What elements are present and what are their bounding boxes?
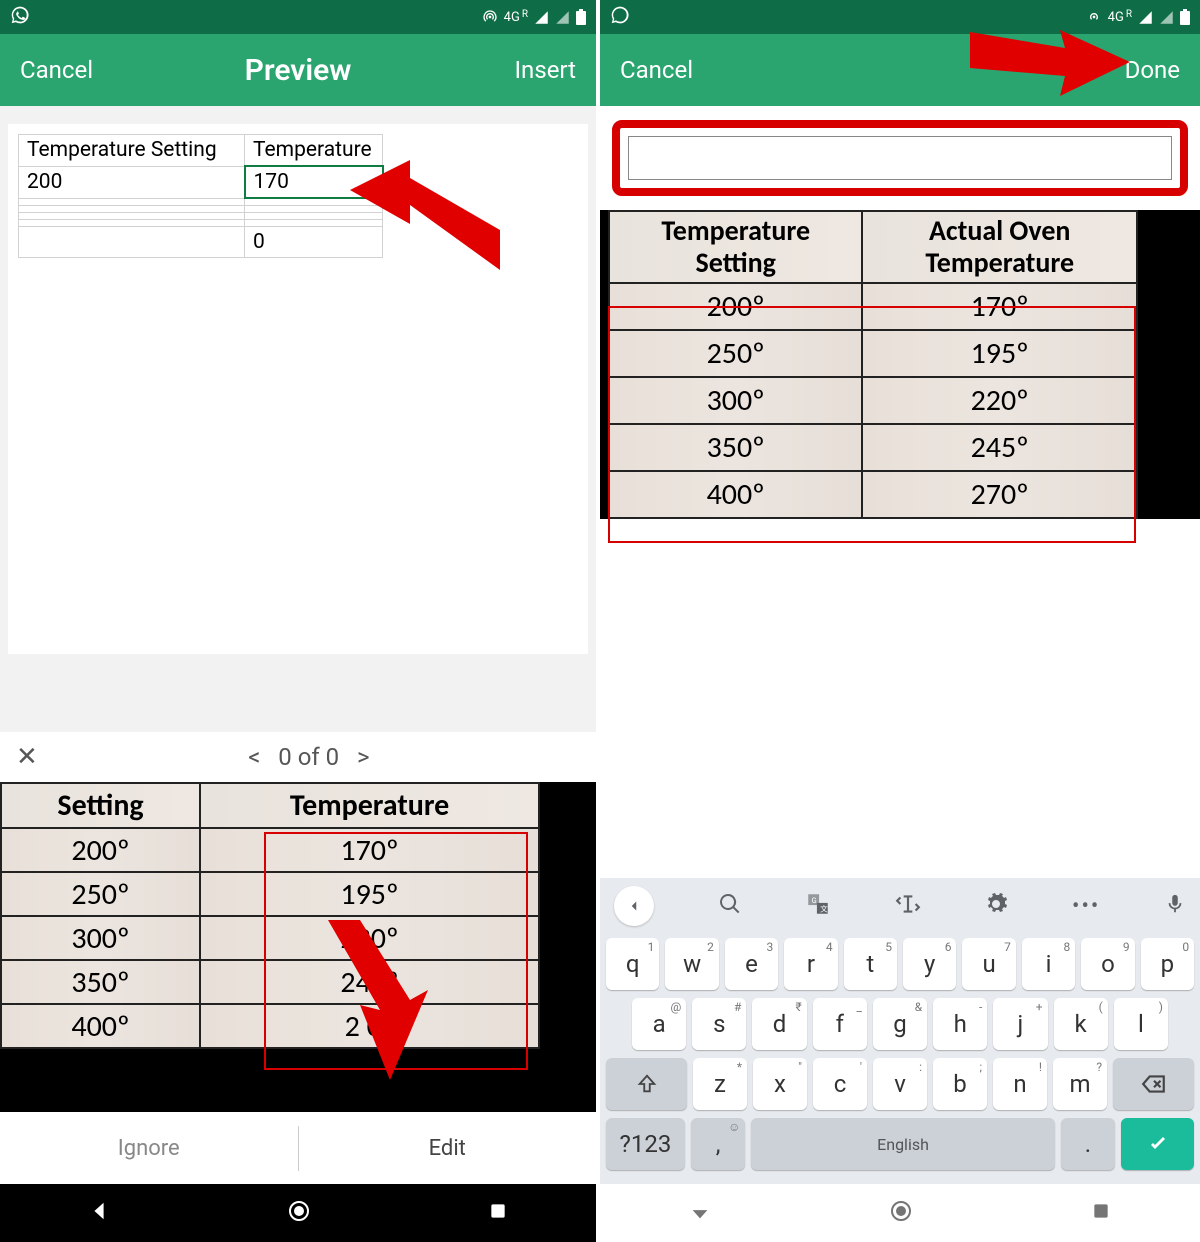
translate-icon[interactable]: G文 xyxy=(805,891,831,921)
key-w[interactable]: w2 xyxy=(665,938,718,990)
whatsapp-icon xyxy=(10,5,30,29)
key-r[interactable]: r4 xyxy=(784,938,837,990)
keyboard-toolbar: G文 ••• xyxy=(600,878,1200,934)
status-bar: 4G R xyxy=(0,0,596,34)
prev-button[interactable]: < xyxy=(248,743,260,771)
key-j[interactable]: j+ xyxy=(993,998,1047,1050)
page-title: Preview xyxy=(245,53,352,88)
key-b[interactable]: b; xyxy=(933,1058,987,1110)
cell-header-1[interactable]: Temperature Setting xyxy=(19,135,245,167)
period-key[interactable]: . xyxy=(1061,1118,1116,1170)
nav-count: 0 of 0 xyxy=(278,743,339,771)
key-h[interactable]: h- xyxy=(933,998,987,1050)
signal-icon xyxy=(1138,10,1153,25)
svg-text:G: G xyxy=(812,896,817,905)
home-icon[interactable] xyxy=(287,1199,311,1227)
keyboard: G文 ••• q1w2e3r4t5y6u7i8o9p0 a@s#d₹f_g&h-… xyxy=(600,878,1200,1184)
signal2-icon xyxy=(1159,10,1174,25)
signal2-icon xyxy=(555,10,570,25)
key-c[interactable]: c' xyxy=(813,1058,867,1110)
kb-row-3: z*x"c'v:b;n!m? xyxy=(606,1058,1194,1110)
cell-edit-input[interactable] xyxy=(628,136,1172,180)
ignore-button[interactable]: Ignore xyxy=(0,1136,298,1161)
recents-icon[interactable] xyxy=(488,1201,508,1225)
cell-a2[interactable]: 200 xyxy=(19,166,245,198)
comma-key[interactable]: ,☺ xyxy=(691,1118,746,1170)
recents-icon[interactable] xyxy=(1091,1201,1111,1225)
key-s[interactable]: s# xyxy=(692,998,746,1050)
key-t[interactable]: t5 xyxy=(844,938,897,990)
key-p[interactable]: p0 xyxy=(1141,938,1194,990)
android-navbar xyxy=(0,1184,596,1242)
done-button[interactable]: Done xyxy=(1125,56,1180,84)
key-e[interactable]: e3 xyxy=(725,938,778,990)
key-m[interactable]: m? xyxy=(1053,1058,1107,1110)
cell-a7[interactable] xyxy=(19,226,245,257)
next-button[interactable]: > xyxy=(357,743,370,771)
space-key[interactable]: English xyxy=(751,1118,1054,1170)
rows-highlight xyxy=(608,306,1136,543)
key-d[interactable]: d₹ xyxy=(752,998,806,1050)
key-k[interactable]: k( xyxy=(1054,998,1108,1050)
keyboard-hide-icon[interactable] xyxy=(689,1200,711,1226)
edit-button[interactable]: Edit xyxy=(299,1136,597,1161)
mic-icon[interactable] xyxy=(1164,893,1186,919)
key-v[interactable]: v: xyxy=(873,1058,927,1110)
preview-table[interactable]: Temperature SettingTemperature 200170 0 xyxy=(18,134,384,258)
key-o[interactable]: o9 xyxy=(1081,938,1134,990)
input-highlight xyxy=(612,120,1188,196)
svg-text:文: 文 xyxy=(820,904,828,914)
battery-icon xyxy=(576,9,586,25)
kb-row-2: a@s#d₹f_g&h-j+k(l) xyxy=(606,998,1194,1050)
backspace-key[interactable] xyxy=(1113,1058,1194,1110)
action-row: Ignore Edit xyxy=(0,1112,596,1184)
key-n[interactable]: n! xyxy=(993,1058,1047,1110)
arrow-annotation xyxy=(350,150,500,290)
home-icon[interactable] xyxy=(889,1199,913,1227)
roam-label: R xyxy=(522,9,528,20)
switch-key[interactable]: ?123 xyxy=(606,1118,685,1170)
enter-key[interactable] xyxy=(1121,1118,1194,1170)
key-y[interactable]: y6 xyxy=(903,938,956,990)
chevron-left-icon[interactable] xyxy=(614,886,654,926)
cancel-button[interactable]: Cancel xyxy=(20,56,93,84)
gear-icon[interactable] xyxy=(984,892,1008,920)
network-label: 4G xyxy=(504,10,520,25)
search-icon[interactable] xyxy=(718,892,742,920)
key-f[interactable]: f_ xyxy=(813,998,867,1050)
key-x[interactable]: x" xyxy=(753,1058,807,1110)
photo-full: Temperature SettingActual Oven Temperatu… xyxy=(600,210,1200,519)
more-icon[interactable]: ••• xyxy=(1072,894,1100,919)
cell-navigator: ✕ < 0 of 0 > xyxy=(0,732,596,782)
insert-button[interactable]: Insert xyxy=(515,56,576,84)
cancel-button[interactable]: Cancel xyxy=(620,56,693,84)
key-u[interactable]: u7 xyxy=(962,938,1015,990)
close-icon[interactable]: ✕ xyxy=(16,742,38,772)
key-g[interactable]: g& xyxy=(873,998,927,1050)
back-icon[interactable] xyxy=(88,1200,110,1226)
shift-key[interactable] xyxy=(606,1058,687,1110)
key-a[interactable]: a@ xyxy=(632,998,686,1050)
app-bar-preview: Cancel Preview Insert xyxy=(0,34,596,106)
signal-icon xyxy=(534,10,549,25)
key-l[interactable]: l) xyxy=(1114,998,1168,1050)
arrow-annotation xyxy=(300,920,440,1090)
kb-row-1: q1w2e3r4t5y6u7i8o9p0 xyxy=(606,938,1194,990)
whatsapp-icon xyxy=(610,5,630,29)
key-z[interactable]: z* xyxy=(693,1058,747,1110)
kb-row-4: ?123 ,☺ English . xyxy=(606,1118,1194,1170)
key-q[interactable]: q1 xyxy=(606,938,659,990)
hotspot-icon xyxy=(482,9,498,25)
android-navbar xyxy=(600,1184,1200,1242)
key-i[interactable]: i8 xyxy=(1022,938,1075,990)
text-select-icon[interactable] xyxy=(895,891,921,921)
photo-preview: SettingTemperature 200º170º 250º195º 300… xyxy=(0,782,596,1112)
arrow-annotation xyxy=(970,18,1130,108)
battery-icon xyxy=(1180,9,1190,25)
